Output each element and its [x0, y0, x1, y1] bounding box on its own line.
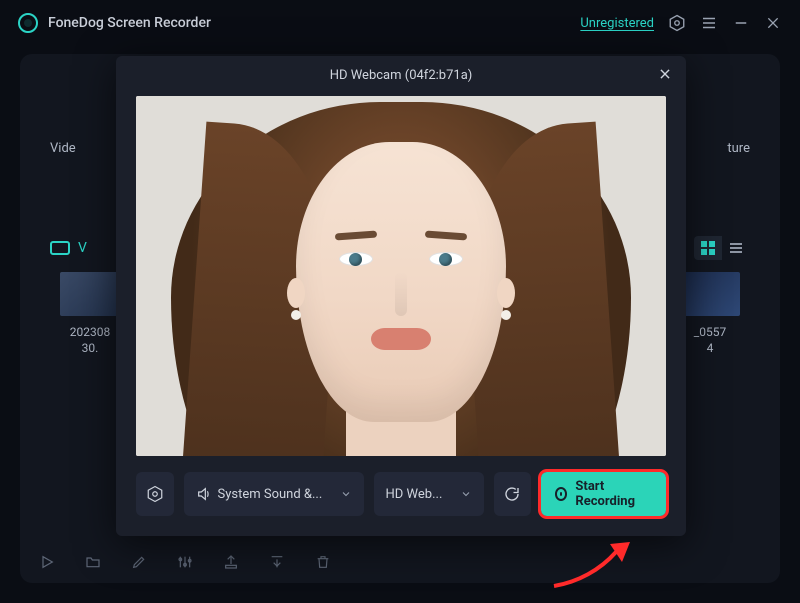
video-tab-icon[interactable]	[50, 241, 70, 255]
title-bar-right: Unregistered	[580, 14, 782, 32]
start-recording-button[interactable]: Start Recording	[541, 472, 666, 516]
dialog-title: HD Webcam (04f2:b71a)	[330, 68, 473, 83]
webcam-device-dropdown[interactable]: HD Web...	[374, 472, 484, 516]
minimize-button[interactable]	[732, 14, 750, 32]
mode-card-right-label: ture	[727, 141, 750, 156]
play-icon[interactable]	[38, 553, 56, 571]
speaker-icon	[196, 486, 212, 502]
chevron-down-icon	[460, 488, 472, 500]
file-thumbnail-icon	[60, 272, 120, 316]
folder-icon[interactable]	[84, 553, 102, 571]
unregistered-link[interactable]: Unregistered	[580, 16, 654, 31]
mode-card-left-fragment: Vide	[50, 78, 110, 218]
audio-source-dropdown[interactable]: System Sound &...	[184, 472, 364, 516]
close-icon[interactable]	[658, 66, 674, 82]
settings-button[interactable]	[136, 472, 174, 516]
audio-source-label: System Sound &...	[196, 486, 323, 502]
record-icon	[555, 487, 567, 501]
share-icon[interactable]	[268, 553, 286, 571]
refresh-button[interactable]	[494, 472, 532, 516]
export-icon[interactable]	[222, 553, 240, 571]
video-tab-label[interactable]: V	[78, 240, 87, 256]
start-recording-label: Start Recording	[575, 479, 652, 509]
title-bar: FoneDog Screen Recorder Unregistered	[0, 0, 800, 46]
chevron-down-icon	[340, 488, 352, 500]
trash-icon[interactable]	[314, 553, 332, 571]
file-name-label: _05574	[694, 324, 726, 356]
mode-card-left-label: Vide	[50, 141, 76, 156]
webcam-feed-placeholder	[136, 96, 666, 456]
app-logo-icon	[18, 13, 38, 33]
app-title: FoneDog Screen Recorder	[48, 15, 211, 31]
footer-toolbar	[38, 553, 332, 571]
view-switch	[694, 236, 750, 260]
grid-view-button[interactable]	[694, 236, 722, 260]
dialog-controls: System Sound &... HD Web... Start Record…	[116, 456, 686, 516]
file-thumbnail-icon	[680, 272, 740, 316]
webcam-device-label: HD Web...	[386, 487, 443, 502]
close-window-button[interactable]	[764, 14, 782, 32]
edit-icon[interactable]	[130, 553, 148, 571]
webcam-preview	[136, 96, 666, 456]
menu-icon[interactable]	[700, 14, 718, 32]
file-name-label: 20230830.	[70, 324, 110, 356]
dialog-header: HD Webcam (04f2:b71a)	[116, 56, 686, 94]
settings-sliders-icon[interactable]	[176, 553, 194, 571]
settings-hex-icon[interactable]	[668, 14, 686, 32]
list-view-button[interactable]	[722, 236, 750, 260]
title-bar-left: FoneDog Screen Recorder	[18, 13, 211, 33]
mode-card-right-fragment: ture	[690, 78, 750, 218]
webcam-preview-dialog: HD Webcam (04f2:b71a) System Sound	[116, 56, 686, 536]
